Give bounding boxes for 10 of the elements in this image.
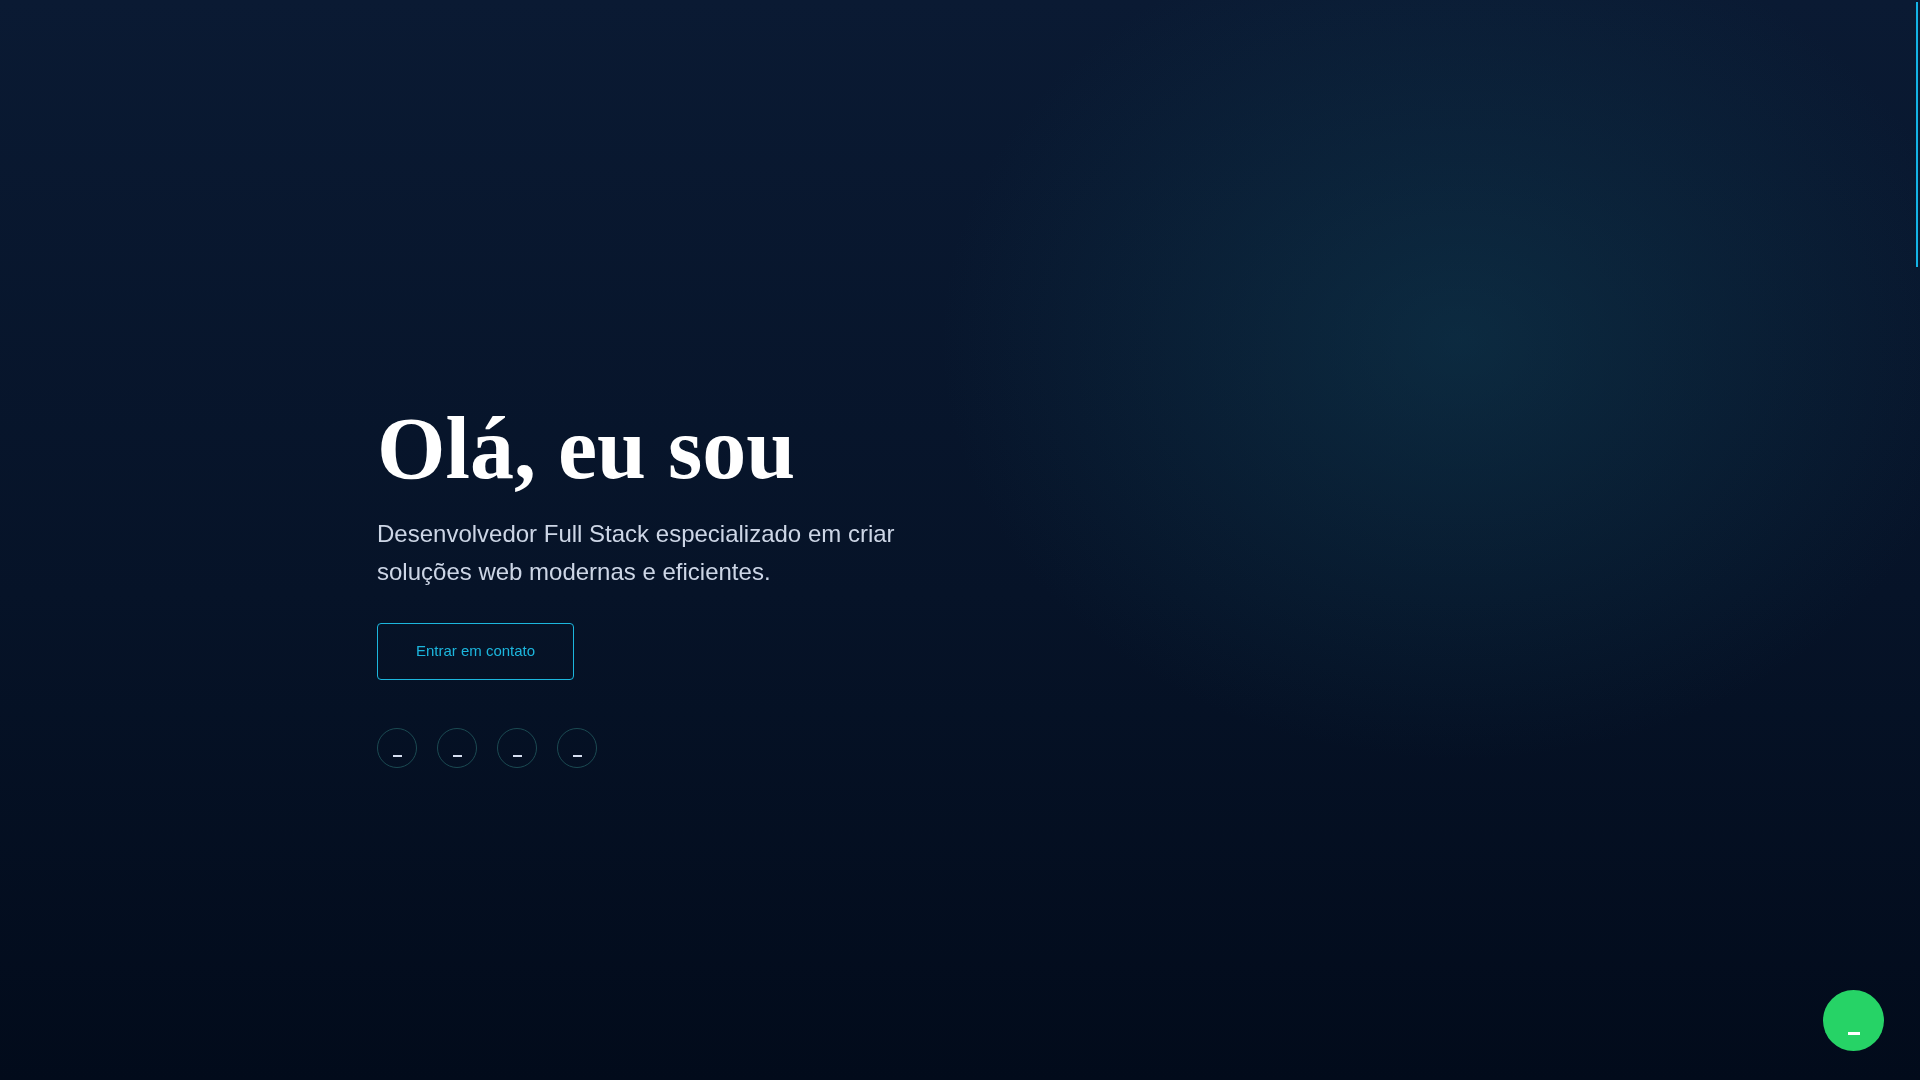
dash-icon	[392, 755, 402, 757]
dash-icon	[452, 755, 462, 757]
chat-button[interactable]	[1823, 990, 1884, 1051]
scrollbar-thumb[interactable]	[1916, 2, 1918, 267]
contact-button[interactable]: Entrar em contato	[377, 623, 574, 680]
dash-icon	[1847, 1032, 1860, 1035]
hero-heading: Olá, eu sou	[377, 405, 797, 493]
hero-subtitle: Desenvolvedor Full Stack especializado em criar soluções web modernas e eficientes.	[377, 519, 896, 587]
dash-icon	[572, 755, 582, 757]
dash-icon	[512, 755, 522, 757]
